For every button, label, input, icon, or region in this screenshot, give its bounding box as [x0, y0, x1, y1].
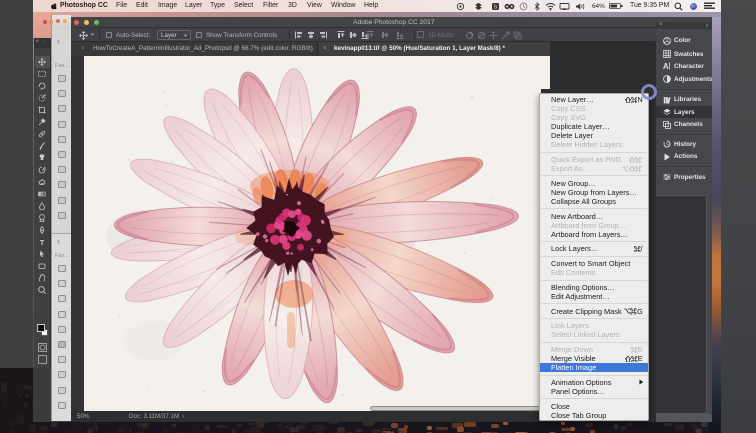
svg-text:A: A: [663, 62, 669, 70]
svg-text:S: S: [494, 4, 498, 10]
